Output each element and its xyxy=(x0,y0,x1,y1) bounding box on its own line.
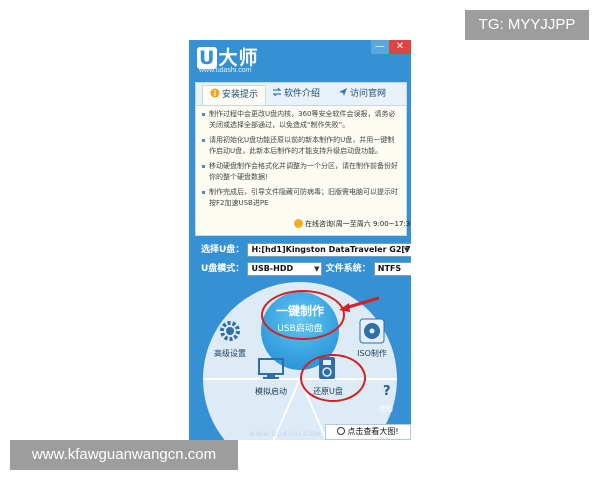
list-item: 移动硬盘制作会格式化并调整为一个分区，请在制作前备份好你的整个硬盘数据! xyxy=(202,161,400,183)
advanced-settings-label[interactable]: 高级设置 xyxy=(205,348,255,359)
disc-icon[interactable] xyxy=(359,318,385,344)
fs-label: 文件系统： xyxy=(325,264,371,274)
tab-visit-site[interactable]: 访问官网 xyxy=(338,85,404,104)
help-icon[interactable]: ? xyxy=(383,384,391,399)
tab-label: 软件介绍 xyxy=(284,89,321,99)
drive-row: 选择U盘： H:[hd1]Kingston DataTraveler G2[7.… xyxy=(201,242,411,257)
mode-select[interactable]: USB-HDD ▼ xyxy=(247,261,323,276)
mode-row: U盘模式： USB-HDD▼ 文件系统： NTFS▼ xyxy=(201,261,411,276)
restore-highlight-circle xyxy=(300,354,366,402)
footer-url: WWW.UDASHI.COM xyxy=(249,431,322,438)
close-button[interactable]: ✕ xyxy=(389,40,411,54)
chevron-down-icon: ▼ xyxy=(404,245,410,254)
arrows-icon xyxy=(272,87,282,97)
list-item: 制作完成后，引导文件隐藏可防病毒；旧版需电脑可以提示时按F2加速USB进PE xyxy=(202,187,400,209)
watermark-url: www.kfawguanwangcn.com xyxy=(10,440,238,470)
drive-select[interactable]: H:[hd1]Kingston DataTraveler G2[7.0 ▼ xyxy=(247,242,411,257)
monitor-icon[interactable] xyxy=(257,358,285,380)
logo-u: U xyxy=(197,47,218,69)
tab-label: 安装提示 xyxy=(221,90,258,100)
iso-make-label[interactable]: ISO制作 xyxy=(349,348,395,359)
online-consult-link[interactable]: 在线咨询(周一至周六 9:00~17:30) xyxy=(294,219,411,229)
fs-select[interactable]: NTFS▼ xyxy=(373,261,411,276)
send-icon xyxy=(339,88,347,96)
tab-label: 访问官网 xyxy=(350,89,387,99)
help-label[interactable]: 帮助 xyxy=(379,404,393,414)
view-big-picture-button[interactable]: 点击查看大图! xyxy=(325,424,411,440)
make-highlight-circle xyxy=(261,290,345,340)
qq-icon xyxy=(294,219,303,228)
mode-label: U盘模式： xyxy=(201,264,245,274)
app-logo: U 大师 xyxy=(197,43,258,70)
tips-list: 制作过程中会更改U盘内核，360等安全软件会误报，请务必关闭或选择全部通过，以免… xyxy=(202,109,400,213)
chevron-down-icon: ▼ xyxy=(314,264,320,273)
info-icon xyxy=(210,88,220,98)
list-item: 请用初始化U盘功能还原以前的新本制作的U盘，并用一键制作启动U盘，此新本后制作的… xyxy=(202,135,400,157)
logo-text: 大师 xyxy=(218,47,259,69)
tab-bar: 安装提示 软件介绍 访问官网 xyxy=(196,83,406,106)
magnifier-icon xyxy=(337,427,346,435)
red-arrow-icon xyxy=(339,296,380,312)
list-item: 制作过程中会更改U盘内核，360等安全软件会误报，请务必关闭或选择全部通过，以免… xyxy=(202,109,400,131)
drive-label: 选择U盘： xyxy=(201,245,245,255)
tab-software-intro[interactable]: 软件介绍 xyxy=(272,85,334,104)
info-panel: 安装提示 软件介绍 访问官网 制作过程中会更改U盘内核，360等安全软件会误报，… xyxy=(195,82,411,236)
title-bar[interactable]: U 大师 www.udashi.com — ✕ xyxy=(189,40,411,80)
logo-url: www.udashi.com xyxy=(199,67,252,74)
udashi-window: U 大师 www.udashi.com — ✕ 安装提示 软件介绍 访问官网 制作… xyxy=(189,40,411,440)
tab-install-tips[interactable]: 安装提示 xyxy=(202,85,266,105)
tg-tag: TG: MYYJJPP xyxy=(465,10,589,40)
simulate-boot-label[interactable]: 模拟启动 xyxy=(245,386,297,397)
minimize-button[interactable]: — xyxy=(371,40,389,54)
gear-icon[interactable] xyxy=(217,318,243,344)
